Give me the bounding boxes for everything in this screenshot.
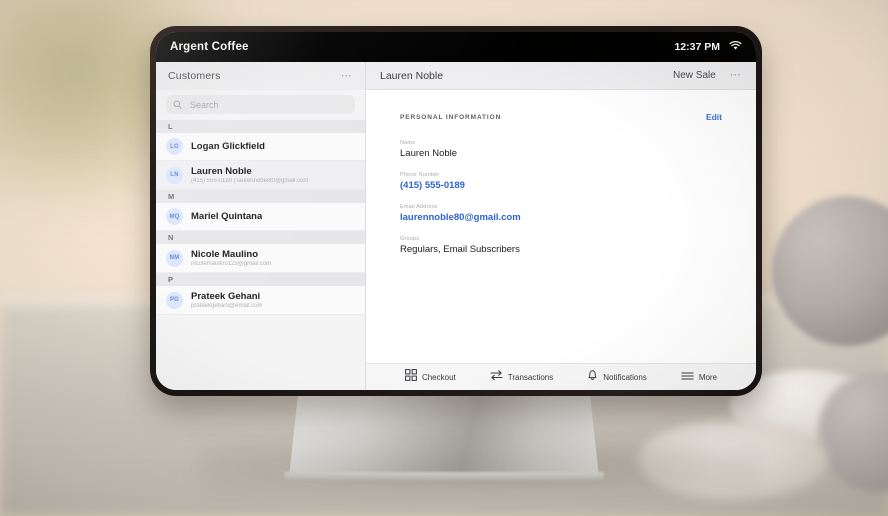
detail-field: Groups Regulars, Email Subscribers	[400, 236, 722, 255]
detail-field-value[interactable]: laurennoble80@gmail.com	[400, 212, 722, 223]
status-bar-right: 12:37 PM	[674, 38, 742, 56]
hamburger-icon	[681, 368, 694, 386]
detail-panel-header: Lauren Noble New Sale ⋯	[366, 62, 756, 90]
search-area	[156, 90, 365, 120]
grid-icon	[405, 368, 417, 386]
list-item-text: Logan Glickfield	[191, 141, 265, 152]
search-box[interactable]	[166, 95, 355, 114]
list-item-text: Prateek Gehani prateekgehani@email.com	[191, 291, 262, 309]
list-item-name: Mariel Quintana	[191, 211, 263, 222]
new-sale-button[interactable]: New Sale	[673, 70, 716, 81]
detail-header-actions: New Sale ⋯	[673, 70, 742, 82]
list-section-header: L	[156, 120, 365, 133]
list-item[interactable]: PG Prateek Gehani prateekgehani@email.com	[156, 286, 365, 315]
detail-field-value[interactable]: (415) 555-0189	[400, 180, 722, 191]
tab-label: Transactions	[507, 372, 554, 382]
scene: Argent Coffee 12:37 PM Customers ⋯ Searc…	[0, 0, 888, 516]
list-item-subtitle: nicolemaulino123@gmail.com	[191, 261, 272, 267]
tab-more[interactable]: More	[681, 368, 717, 386]
detail-field: Phone Number (415) 555-0189	[400, 172, 722, 191]
tab-notifications[interactable]: Notifications	[587, 368, 647, 386]
search-icon	[173, 96, 182, 114]
list-section-header: N	[156, 231, 365, 244]
list-item-name: Prateek Gehani	[191, 291, 261, 302]
list-item-subtitle: (415) 555-0189 | laurennoble80@gmail.com	[191, 178, 309, 184]
tablet-screen: Argent Coffee 12:37 PM Customers ⋯ Searc…	[156, 32, 756, 390]
customers-panel-header: Customers ⋯	[156, 62, 365, 90]
panel-title: Customers	[168, 70, 221, 82]
tablet-stand-base	[284, 472, 604, 480]
ellipsis-icon[interactable]: ⋯	[730, 70, 742, 81]
transfer-arrows-icon	[490, 368, 503, 386]
customers-panel: Customers ⋯ Search L LG Logan Glickfield…	[156, 62, 366, 390]
list-item[interactable]: LN Lauren Noble (415) 555-0189 | laurennob…	[156, 161, 365, 190]
bell-icon	[587, 368, 598, 386]
detail-panel: Lauren Noble New Sale ⋯ PERSONAL INFORMA…	[366, 62, 756, 390]
app-body: Customers ⋯ Search L LG Logan Glickfield…	[156, 62, 756, 390]
detail-body: PERSONAL INFORMATION Edit Name Lauren Nob…	[366, 90, 756, 363]
list-section-header: M	[156, 190, 365, 203]
list-item-text: Mariel Quintana	[191, 211, 262, 222]
detail-field-label: Phone Number	[400, 172, 440, 178]
list-item[interactable]: LG Logan Glickfield	[156, 133, 365, 161]
wifi-icon	[729, 38, 742, 56]
avatar: NM	[166, 249, 183, 267]
personal-information-fields: Name Lauren Noble Phone Number (415) 555-01…	[400, 140, 722, 255]
avatar: LN	[166, 166, 183, 184]
tab-label: More	[698, 372, 718, 382]
tab-transactions[interactable]: Transactions	[490, 368, 554, 386]
bottom-tab-bar[interactable]: Checkout Transactions Notifications More	[366, 363, 756, 390]
list-item-name: Lauren Noble	[191, 166, 252, 177]
section-label: PERSONAL INFORMATION	[400, 113, 502, 121]
tab-checkout[interactable]: Checkout	[405, 368, 456, 386]
tablet-device: Argent Coffee 12:37 PM Customers ⋯ Searc…	[150, 26, 762, 396]
tab-label: Checkout	[421, 372, 456, 382]
list-item-subtitle: prateekgehani@email.com	[191, 303, 263, 309]
status-time: 12:37 PM	[674, 41, 720, 53]
tab-label: Notifications	[603, 372, 647, 382]
detail-field-label: Name	[400, 140, 416, 146]
app-title: Argent Coffee	[170, 41, 249, 53]
avatar: MQ	[166, 208, 183, 225]
personal-information-header: PERSONAL INFORMATION Edit	[400, 112, 722, 122]
tablet-stand-shading	[289, 392, 599, 476]
avatar: LG	[166, 138, 183, 155]
search-input[interactable]	[188, 98, 348, 111]
list-item-name: Nicole Maulino	[191, 249, 259, 260]
list-item-name: Logan Glickfield	[191, 141, 265, 152]
detail-field-value: Regulars, Email Subscribers	[400, 244, 520, 255]
customer-list[interactable]: L LG Logan Glickfield LN Lauren Noble (415) 5…	[156, 120, 365, 390]
detail-field: Name Lauren Noble	[400, 140, 722, 159]
detail-field-value: Lauren Noble	[400, 148, 458, 159]
avatar: PG	[166, 291, 183, 309]
list-item[interactable]: MQ Mariel Quintana	[156, 203, 365, 231]
detail-title: Lauren Noble	[380, 69, 444, 82]
list-item-text: Nicole Maulino nicolemaulino123@gmail.com	[191, 249, 271, 267]
detail-field-label: Groups	[400, 236, 420, 242]
list-item-text: Lauren Noble (415) 555-0189 | laurennoble…	[191, 166, 308, 184]
ellipsis-icon[interactable]: ⋯	[341, 70, 353, 82]
list-item[interactable]: NM Nicole Maulino nicolemaulino123@gmail.c…	[156, 244, 365, 273]
detail-field-label: Email Address	[400, 204, 438, 210]
edit-button[interactable]: Edit	[706, 112, 722, 122]
status-bar: Argent Coffee 12:37 PM	[156, 32, 756, 62]
detail-field: Email Address laurennoble80@gmail.com	[400, 204, 722, 223]
list-section-header: P	[156, 273, 365, 286]
